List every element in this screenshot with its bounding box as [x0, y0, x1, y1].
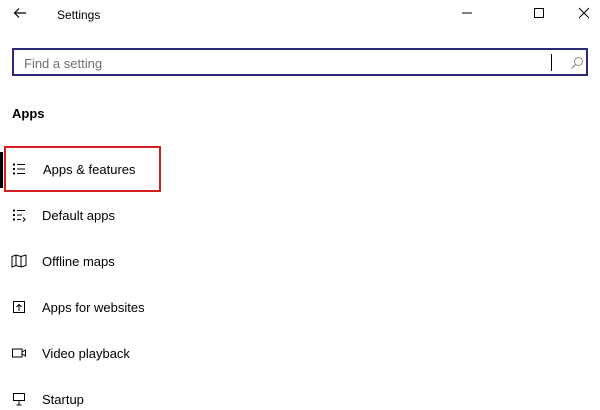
back-button[interactable]: [6, 2, 34, 28]
maximize-icon: [533, 6, 545, 24]
nav-item-video-playback[interactable]: Video playback: [0, 336, 300, 370]
list-icon: [11, 161, 27, 177]
nav-item-startup[interactable]: Startup: [0, 382, 300, 410]
title-bar: Settings: [0, 0, 600, 32]
maximize-button[interactable]: [516, 0, 562, 30]
nav-item-apps-for-websites[interactable]: Apps for websites: [0, 290, 300, 324]
minimize-button[interactable]: [444, 0, 490, 30]
nav-item-label: Apps for websites: [42, 299, 145, 315]
section-title: Apps: [12, 106, 45, 121]
minimize-icon: [461, 6, 473, 24]
nav-item-label: Apps & features: [43, 161, 136, 177]
close-button[interactable]: [561, 0, 600, 30]
text-caret: [551, 54, 552, 71]
back-arrow-icon: [13, 6, 27, 24]
nav-item-apps-features[interactable]: Apps & features: [0, 152, 300, 186]
nav-item-label: Video playback: [42, 345, 130, 361]
nav-item-label: Default apps: [42, 207, 115, 223]
nav-item-default-apps[interactable]: Default apps: [0, 198, 300, 232]
nav-item-label: Startup: [42, 391, 84, 407]
open-in-icon: [11, 299, 27, 315]
nav-item-label: Offline maps: [42, 253, 115, 269]
search-icon[interactable]: [568, 54, 586, 72]
close-icon: [578, 6, 590, 24]
video-icon: [11, 345, 27, 361]
default-apps-icon: [11, 207, 27, 223]
search-box[interactable]: [12, 48, 588, 76]
nav-item-offline-maps[interactable]: Offline maps: [0, 244, 300, 278]
map-icon: [11, 253, 27, 269]
window-title: Settings: [57, 8, 101, 22]
settings-window: Settings Apps: [0, 0, 600, 410]
search-input[interactable]: [24, 54, 544, 72]
startup-icon: [11, 391, 27, 407]
